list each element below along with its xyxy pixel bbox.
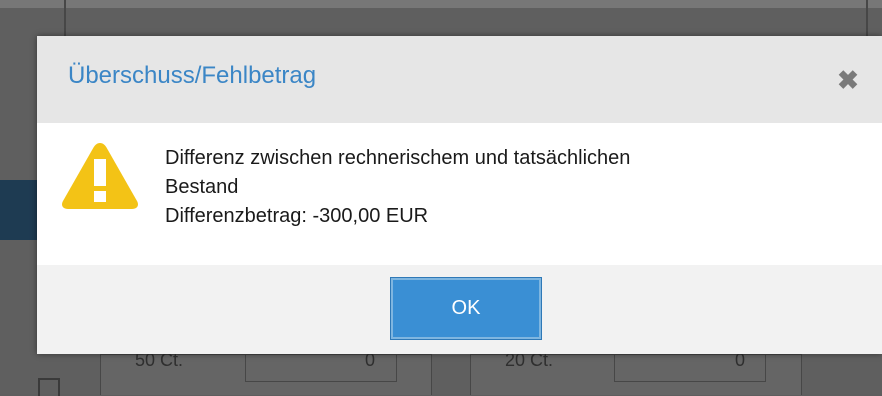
background-top-strip	[0, 0, 882, 8]
message-line: Bestand	[165, 176, 239, 198]
warning-icon	[62, 143, 138, 209]
difference-amount: Differenzbetrag: -300,00 EUR	[165, 205, 429, 227]
background-icon	[38, 378, 60, 396]
message-line: Differenz zwischen rechnerischem und tat…	[165, 147, 631, 169]
background-divider	[64, 0, 66, 36]
dialog-body: Differenz zwischen rechnerischem und tat…	[37, 123, 882, 265]
dialog-header: Überschuss/Fehlbetrag ✖	[37, 36, 882, 123]
ok-button[interactable]: OK	[390, 277, 542, 340]
dialog-message: Differenz zwischen rechnerischem und tat…	[165, 144, 865, 231]
dialog-footer: OK	[37, 265, 882, 354]
dialog-title: Überschuss/Fehlbetrag	[68, 62, 317, 89]
background-divider	[866, 0, 868, 36]
close-icon[interactable]: ✖	[834, 66, 862, 94]
background-nav-tab	[0, 180, 38, 240]
surplus-deficit-dialog: Überschuss/Fehlbetrag ✖ Differenz zwisch…	[37, 36, 882, 354]
